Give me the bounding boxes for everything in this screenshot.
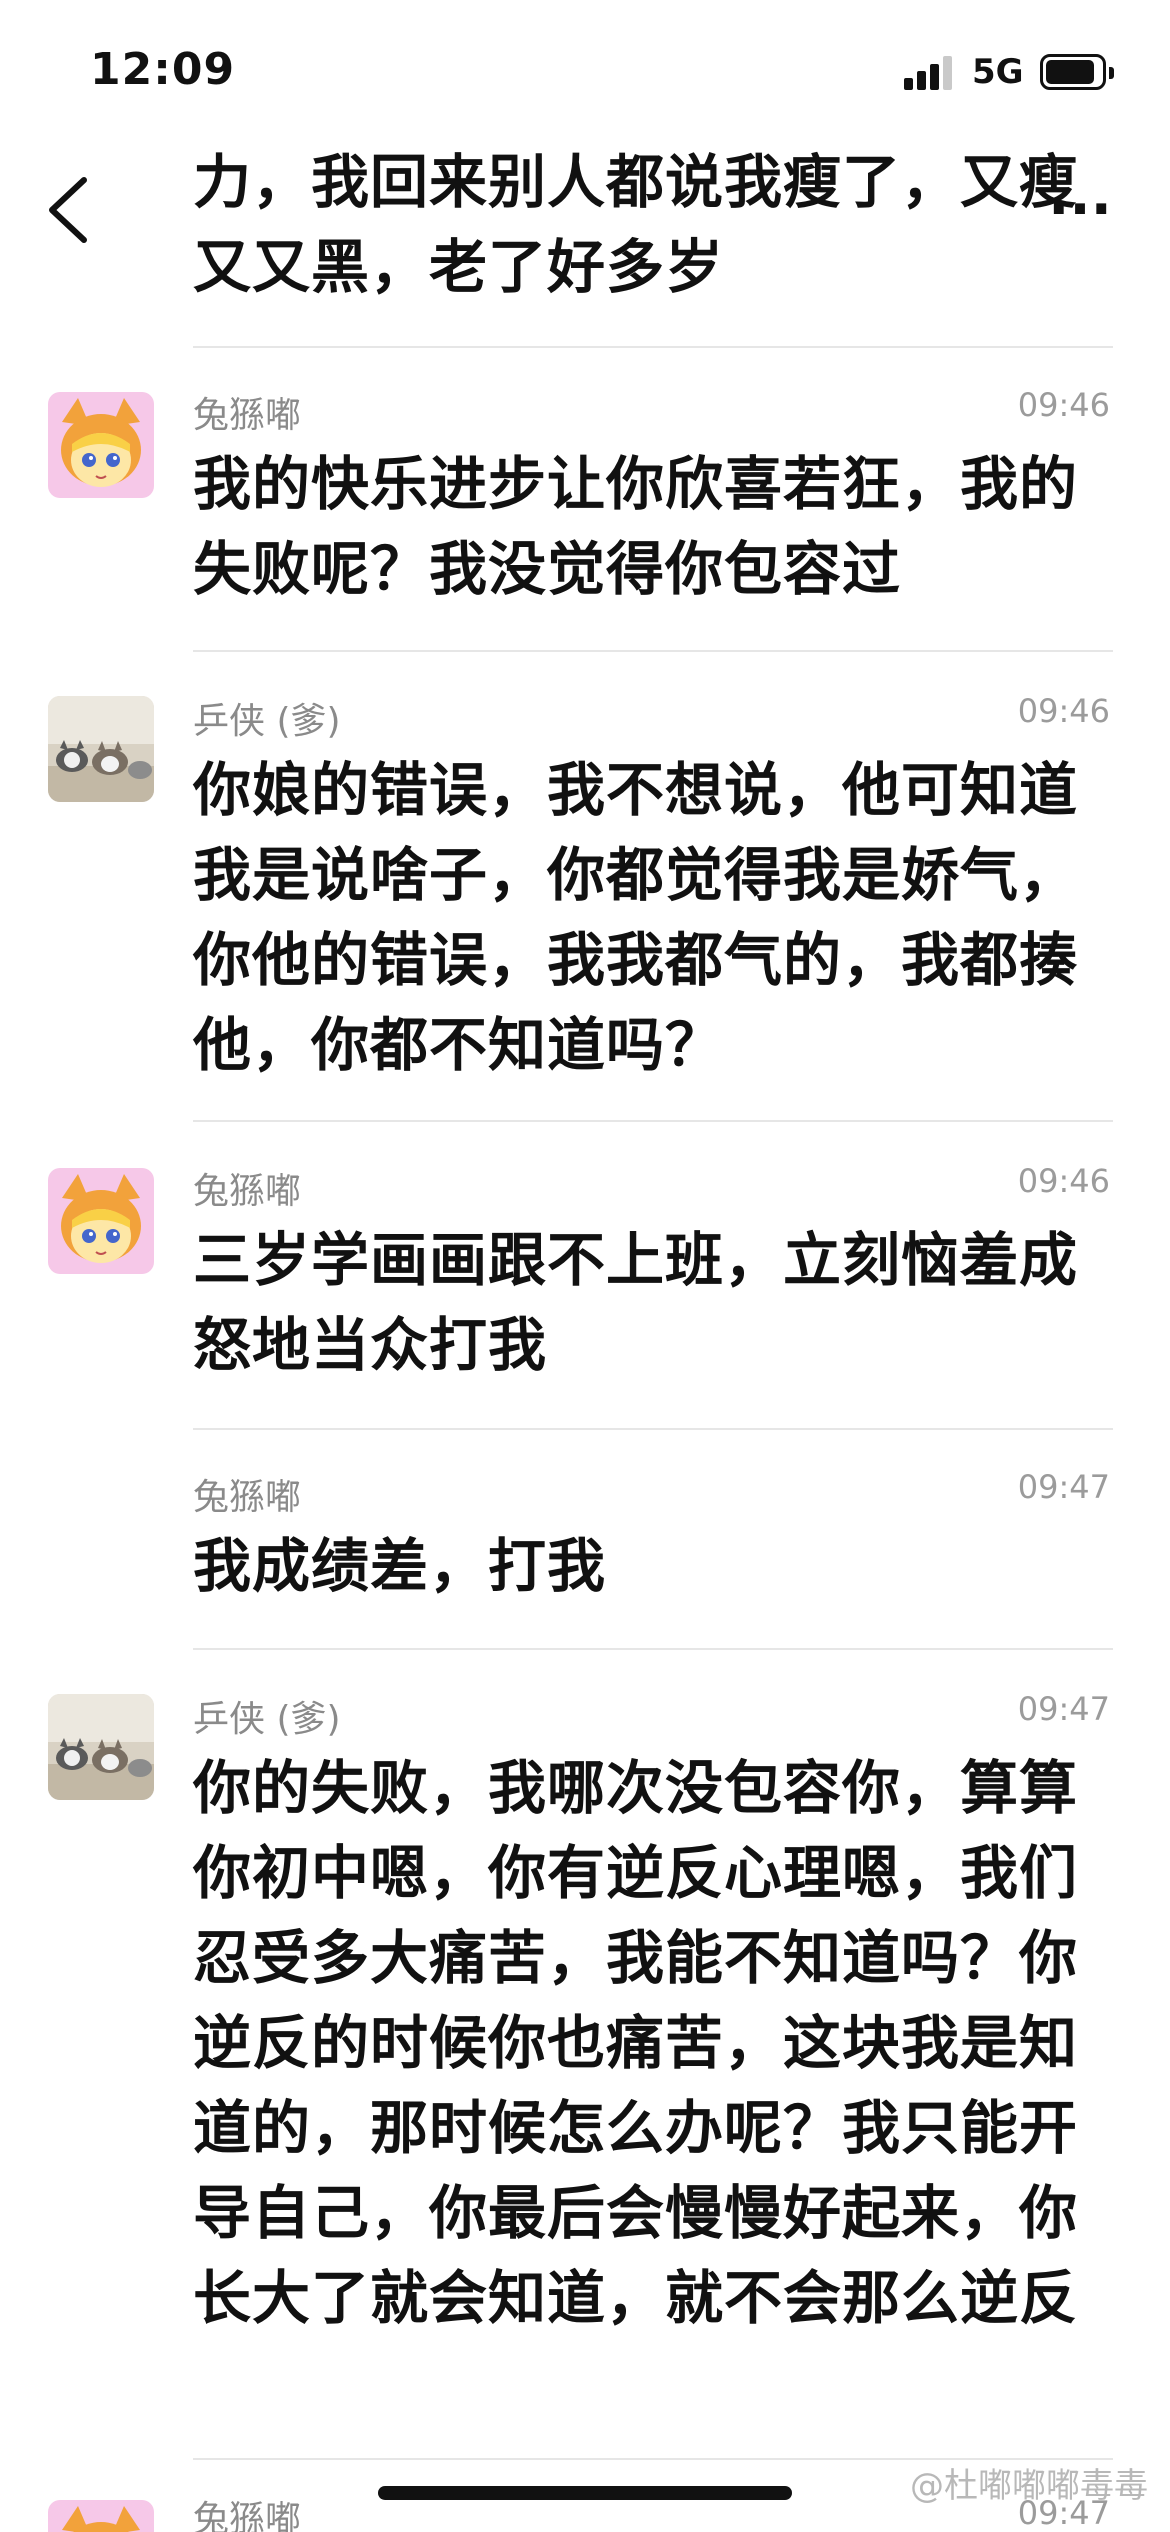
- cartoon-fox-icon: [48, 2500, 154, 2532]
- chevron-left-icon: [49, 177, 87, 243]
- avatar[interactable]: [48, 1694, 154, 1800]
- sender-name: 兔猻嘟: [193, 395, 302, 436]
- status-time: 12:09: [90, 44, 236, 95]
- home-indicator[interactable]: [378, 2486, 792, 2500]
- avatar[interactable]: [48, 392, 154, 498]
- sender-name: 兔猻嘟: [193, 1477, 302, 1518]
- message-divider: [193, 650, 1113, 652]
- message-timestamp: 09:46: [1017, 386, 1110, 424]
- network-type: 5G: [972, 52, 1024, 92]
- message-timestamp: 09:47: [1017, 1468, 1110, 1506]
- sender-name: 乒侠 (爹): [193, 701, 341, 742]
- sender-name: 兔猻嘟: [193, 2499, 302, 2532]
- avatar[interactable]: [48, 2500, 154, 2532]
- cellular-signal-icon: [904, 56, 956, 90]
- message-timestamp: 09:47: [1017, 1690, 1110, 1728]
- message-text: 我成绩差，打我: [193, 1532, 607, 1600]
- sender-name: 乒侠 (爹): [193, 1699, 341, 1740]
- cats-photo-icon: [48, 696, 154, 802]
- chat-screen: 12:09 5G ... 力，我回来别人都说我瘦了，又瘦又又黑，老了好多岁 兔猻…: [0, 0, 1170, 2532]
- message-text: 我的快乐进步让你欣喜若狂，我的失败呢？我没觉得你包容过: [193, 450, 1079, 603]
- partial-message-text: 力，我回来别人都说我瘦了，又瘦又又黑，老了好多岁: [193, 148, 1079, 301]
- message-divider: [193, 1428, 1113, 1430]
- battery-icon: [1040, 54, 1114, 90]
- message-text: 三岁学画画跟不上班，立刻恼羞成怒地当众打我: [193, 1226, 1079, 1379]
- message-text: 你娘的错误，我不想说，他可知道我是说啥子，你都觉得我是娇气，你他的错误，我我都气…: [193, 756, 1079, 1079]
- message-text: 你的失败，我哪次没包容你，算算你初中嗯，你有逆反心理嗯，我们忍受多大痛苦，我能不…: [193, 1754, 1079, 2332]
- status-bar: 12:09 5G: [0, 0, 1170, 140]
- message-divider: [193, 346, 1113, 348]
- watermark: @杜嘟嘟嘟毒毒: [910, 2466, 1148, 2506]
- message-divider: [193, 1648, 1113, 1650]
- message-timestamp: 09:46: [1017, 692, 1110, 730]
- sender-name: 兔猻嘟: [193, 1171, 302, 1212]
- message-timestamp: 09:46: [1017, 1162, 1110, 1200]
- message-divider: [193, 1120, 1113, 1122]
- avatar[interactable]: [48, 696, 154, 802]
- cats-photo-icon: [48, 1694, 154, 1800]
- cartoon-fox-icon: [48, 1168, 154, 1274]
- back-button[interactable]: [40, 170, 100, 250]
- avatar[interactable]: [48, 1168, 154, 1274]
- cartoon-fox-icon: [48, 392, 154, 498]
